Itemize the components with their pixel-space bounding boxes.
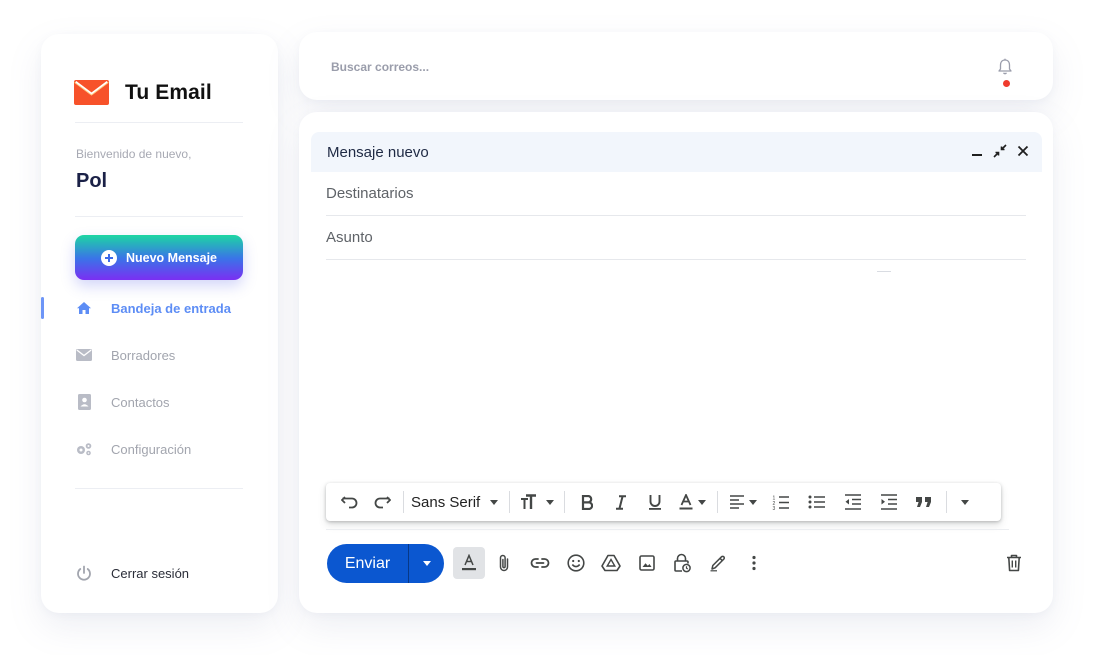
- text-color-icon[interactable]: [672, 487, 712, 517]
- chevron-down-icon: [490, 499, 499, 505]
- bulleted-list-icon[interactable]: [799, 487, 835, 517]
- schedule-send-button[interactable]: [409, 544, 444, 583]
- search-bar: [299, 32, 1053, 100]
- chevron-down-icon: [697, 499, 706, 505]
- search-input[interactable]: [331, 56, 971, 78]
- plus-circle-icon: [100, 249, 117, 266]
- recipients-input[interactable]: [326, 172, 1026, 215]
- sidebar-item-label: Bandeja de entrada: [111, 300, 231, 316]
- numbered-list-icon[interactable]: 123: [763, 487, 799, 517]
- sidebar-item-drafts[interactable]: Borradores: [75, 346, 175, 364]
- minimize-icon[interactable]: [969, 142, 984, 160]
- more-options-icon[interactable]: [738, 547, 770, 579]
- toolbar-separator: [403, 491, 404, 513]
- drive-icon[interactable]: [595, 547, 627, 579]
- envelope-icon: [75, 346, 93, 364]
- sidebar-item-settings[interactable]: Configuración: [75, 440, 191, 458]
- indent-less-icon[interactable]: [835, 487, 871, 517]
- sidebar-divider: [75, 488, 243, 489]
- font-family-dropdown[interactable]: Sans Serif: [409, 487, 504, 517]
- signature-icon[interactable]: [702, 547, 734, 579]
- subject-input[interactable]: [326, 216, 1026, 259]
- home-icon: [75, 299, 93, 317]
- send-button[interactable]: Enviar: [327, 544, 408, 583]
- close-icon[interactable]: [1015, 142, 1030, 160]
- redo-icon[interactable]: [366, 487, 398, 517]
- font-family-label: Sans Serif: [411, 493, 481, 511]
- formatting-toolbar: Sans Serif 123: [326, 483, 1001, 521]
- exit-fullscreen-icon[interactable]: [992, 142, 1007, 160]
- toolbar-separator: [564, 491, 566, 513]
- emoji-icon[interactable]: [560, 547, 592, 579]
- sidebar-item-label: Borradores: [111, 347, 176, 363]
- text-size-icon[interactable]: [515, 487, 559, 517]
- sidebar: Tu Email Bienvenido de nuevo, Pol Nuevo …: [41, 34, 278, 613]
- app-name: Tu Email: [125, 80, 212, 104]
- photo-icon[interactable]: [631, 547, 663, 579]
- gears-icon: [75, 440, 93, 458]
- compose-title: Mensaje nuevo: [327, 143, 429, 161]
- compose-header: Mensaje nuevo: [311, 132, 1042, 172]
- sidebar-item-label: Configuración: [111, 441, 192, 457]
- trash-icon[interactable]: [998, 547, 1030, 579]
- logout-button[interactable]: Cerrar sesión: [75, 564, 189, 582]
- attach-icon[interactable]: [488, 547, 520, 579]
- toolbar-separator: [946, 491, 948, 513]
- undo-icon[interactable]: [334, 487, 366, 517]
- chevron-down-icon: [546, 499, 555, 505]
- user-name: Pol: [76, 170, 108, 192]
- toolbar-divider: [326, 529, 1009, 530]
- active-indicator: [41, 297, 44, 319]
- sidebar-divider: [75, 122, 243, 123]
- link-icon[interactable]: [524, 547, 556, 579]
- sidebar-item-label: Contactos: [111, 394, 170, 410]
- sidebar-item-inbox[interactable]: Bandeja de entrada: [75, 299, 231, 317]
- underline-icon[interactable]: [638, 487, 672, 517]
- align-icon[interactable]: [723, 487, 763, 517]
- chevron-down-icon: [749, 499, 758, 505]
- notification-dot: [1003, 80, 1010, 87]
- envelope-logo-icon: [74, 80, 109, 105]
- send-button-group: Enviar: [327, 544, 444, 583]
- toolbar-separator: [509, 491, 511, 513]
- toolbar-separator: [717, 491, 719, 513]
- quote-icon[interactable]: [907, 487, 941, 517]
- confidential-mode-icon[interactable]: [666, 547, 698, 579]
- bold-icon[interactable]: [570, 487, 604, 517]
- recipients-field: [326, 172, 1026, 216]
- compose-panel: Mensaje nuevo Sans Serif: [299, 112, 1053, 613]
- subject-field: [326, 216, 1026, 260]
- sidebar-divider: [75, 216, 243, 217]
- sidebar-item-contacts[interactable]: Contactos: [75, 393, 170, 411]
- welcome-text: Bienvenido de nuevo,: [76, 147, 192, 161]
- italic-icon[interactable]: [604, 487, 638, 517]
- new-message-label: Nuevo Mensaje: [125, 250, 217, 265]
- bell-icon[interactable]: [997, 58, 1013, 81]
- chevron-down-icon: [961, 499, 970, 505]
- body-marker: [877, 271, 891, 272]
- contact-book-icon: [75, 393, 93, 411]
- power-icon: [75, 564, 93, 582]
- svg-text:3: 3: [773, 506, 776, 510]
- app-logo[interactable]: Tu Email: [74, 80, 212, 105]
- indent-more-icon[interactable]: [871, 487, 907, 517]
- formatting-options-icon[interactable]: [453, 547, 485, 579]
- logout-label: Cerrar sesión: [111, 565, 190, 581]
- more-formatting-icon[interactable]: [952, 487, 978, 517]
- new-message-button[interactable]: Nuevo Mensaje: [75, 235, 243, 280]
- chevron-down-icon: [422, 561, 431, 566]
